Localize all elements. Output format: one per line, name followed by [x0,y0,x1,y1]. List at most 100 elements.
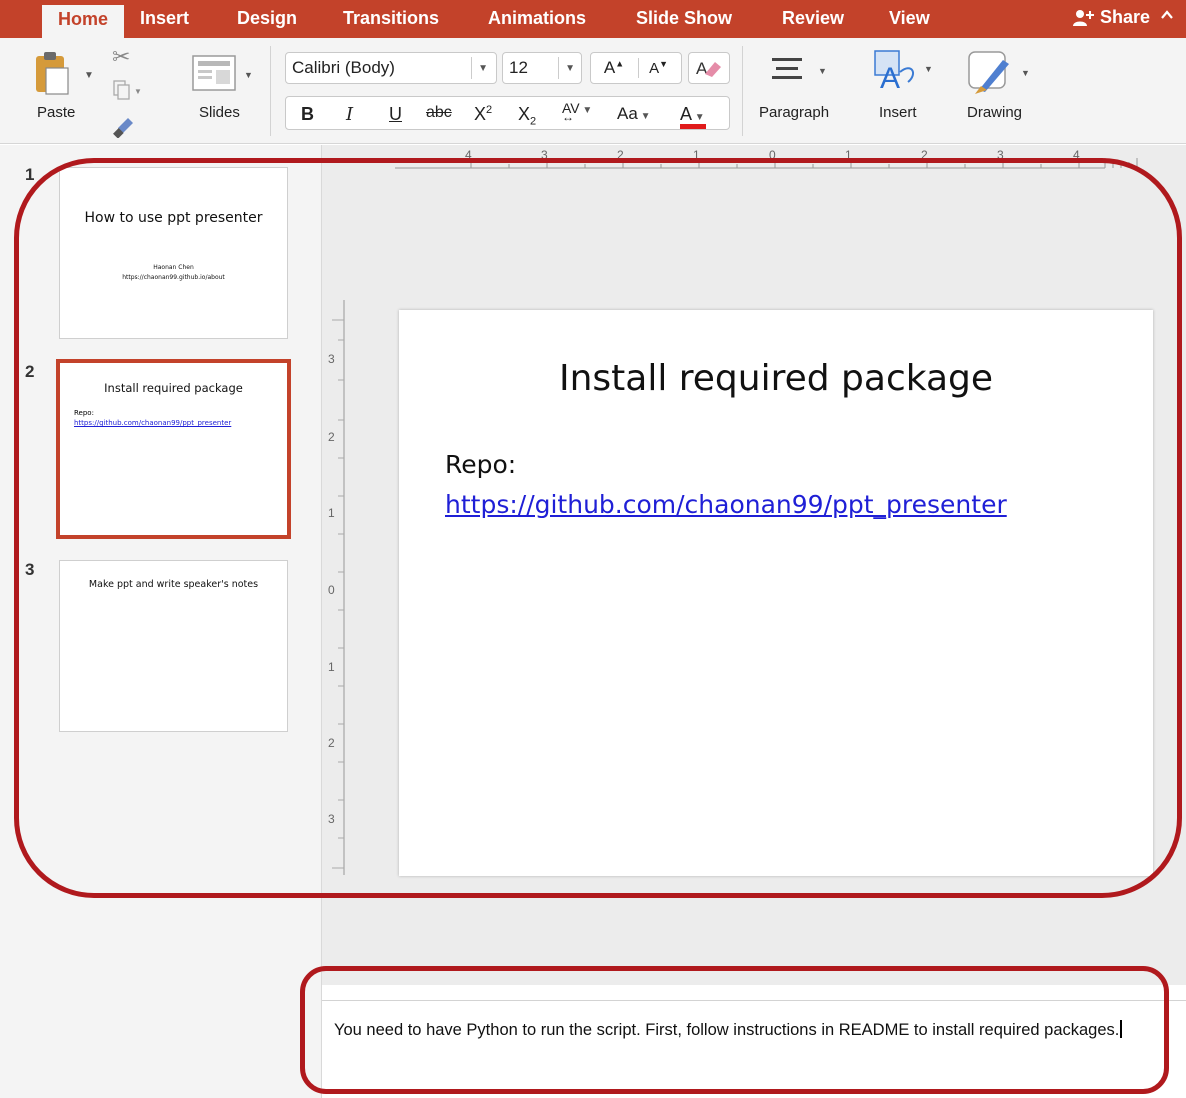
superscript-button[interactable]: X2 [474,104,492,125]
ruler-tick-label: 2 [617,148,624,162]
ribbon: ▼ Paste ✂ ▼ ▼ Slides Calibri (Body) ▼ 12… [0,38,1186,144]
add-person-icon [1072,9,1094,26]
subscript-button[interactable]: X2 [518,104,536,128]
ribbon-divider [270,46,271,136]
paste-dropdown-icon[interactable]: ▼ [84,70,94,81]
drawing-button[interactable]: ▼ [967,50,1033,101]
ruler-tick-label: 2 [921,148,928,162]
share-label: Share [1099,7,1150,27]
speaker-notes-pane[interactable]: You need to have Python to run the scrip… [322,1000,1186,1098]
ruler-tick-label: 4 [465,148,472,162]
ruler-tick-label: 0 [328,583,335,597]
paragraph-button[interactable]: ▼ [772,54,832,95]
font-size-value: 12 [509,58,528,77]
tab-review[interactable]: Review [782,8,844,29]
ruler-tick-label: 1 [328,506,335,520]
slides-label: Slides [199,104,240,121]
svg-text:A: A [696,59,708,78]
slide-repo-label[interactable]: Repo: [445,450,516,479]
align-lines-icon: ▼ [772,58,827,79]
tab-view[interactable]: View [889,8,930,29]
svg-text:▼: ▼ [244,70,253,80]
grow-font-button[interactable]: A▲ [604,58,640,78]
ruler-tick-label: 2 [328,430,335,444]
text-box-icon: A ▼ [874,50,933,95]
tab-transitions[interactable]: Transitions [343,8,439,29]
speaker-notes-text[interactable]: You need to have Python to run the scrip… [334,1019,1124,1041]
paste-label: Paste [37,104,76,121]
eraser-icon: A [696,59,721,78]
copy-icon[interactable]: ▼ [112,80,142,107]
ruler-tick-label: 3 [541,148,548,162]
svg-text:▼: ▼ [1021,68,1030,78]
clear-formatting-button[interactable]: A [688,52,730,84]
share-button[interactable]: Share [1072,7,1150,28]
thumbnail-title: Install required package [104,381,243,395]
svg-text:▼: ▼ [818,66,827,76]
thumbnail-link: https://github.com/chaonan99/ppt_present… [74,419,232,427]
paragraph-label: Paragraph [759,104,830,121]
italic-button[interactable]: I [346,104,353,125]
ruler-tick-label: 1 [845,148,852,162]
thumbnail-title: Make ppt and write speaker's notes [88,579,259,590]
change-case-button[interactable]: Aa ▼ [617,104,650,124]
bold-button[interactable]: B [301,104,314,125]
text-cursor [1120,1020,1123,1038]
ribbon-divider [742,46,743,136]
tab-home[interactable]: Home [42,5,125,38]
ruler-tick-label: 2 [328,736,335,750]
font-size-select[interactable]: 12 ▼ [502,52,582,84]
slide-number: 3 [25,560,35,579]
format-painter-icon[interactable] [112,114,138,143]
strikethrough-button[interactable]: abc [426,104,452,122]
clipboard-icon [36,52,69,95]
thumbnail-title: How to use ppt presenter [84,210,263,226]
font-name-select[interactable]: Calibri (Body) ▼ [285,52,497,84]
slide-layout-icon: ▼ [192,55,253,91]
slide-thumbnail-3[interactable]: Make ppt and write speaker's notes [59,560,288,732]
ruler-tick-label: 3 [997,148,1004,162]
slide-thumbnail-1[interactable]: How to use ppt presenter Haonan Chen htt… [59,167,288,339]
shrink-font-button[interactable]: A▼ [639,59,668,77]
ruler-tick-label: 0 [769,148,776,162]
svg-text:▼: ▼ [134,87,142,96]
tab-insert[interactable]: Insert [140,8,189,29]
ruler-tick-label: 1 [328,660,335,674]
chevron-down-icon: ▼ [478,63,488,74]
ruler-tick-label: 3 [328,812,335,826]
font-color-button[interactable]: A ▼ [680,104,706,129]
insert-label: Insert [879,104,917,121]
new-slide-button[interactable]: ▼ [192,54,254,99]
vertical-ruler[interactable]: 3 2 1 0 1 2 3 [326,300,346,880]
slide-thumbnail-2[interactable]: Install required package Repo: https://g… [56,359,291,539]
slide-repo-link[interactable]: https://github.com/chaonan99/ppt_present… [445,490,1007,519]
notes-content: You need to have Python to run the scrip… [334,1021,1120,1039]
font-name-value: Calibri (Body) [292,58,395,77]
font-size-buttons: A▲ A▼ [590,52,682,84]
shape-brush-icon: ▼ [968,51,1030,94]
ruler-tick-label: 3 [328,352,335,366]
thumbnail-repo-label: Repo: [74,409,94,417]
ruler-tick-label: 1 [693,148,700,162]
thumbnail-subtitle: https://chaonan99.github.io/about [122,274,225,281]
paste-button[interactable]: ▼ [34,50,94,100]
slide-title[interactable]: Install required package [399,358,1153,399]
collapse-ribbon-icon[interactable] [1160,6,1174,27]
ribbon-tab-bar: Home Insert Design Transitions Animation… [0,0,1186,38]
tab-design[interactable]: Design [237,8,297,29]
tab-animations[interactable]: Animations [488,8,586,29]
svg-text:▼: ▼ [924,64,933,74]
character-spacing-button[interactable]: AV ▼ ↔ [562,100,592,124]
slide-number: 2 [25,362,35,381]
slide-canvas[interactable]: Install required package Repo: https://g… [399,310,1153,876]
horizontal-ruler[interactable]: 4 3 2 1 0 1 2 3 4 [345,148,1155,170]
tab-slide-show[interactable]: Slide Show [636,8,732,29]
underline-button[interactable]: U [389,104,402,125]
insert-button[interactable]: A ▼ [872,48,934,99]
cut-icon[interactable]: ✂ [112,44,130,70]
font-color-swatch [680,124,706,129]
thumbnail-subtitle: Haonan Chen [153,264,194,271]
slide-number: 1 [25,165,35,184]
ruler-tick-label: 4 [1073,148,1080,162]
svg-text:A: A [880,62,900,94]
